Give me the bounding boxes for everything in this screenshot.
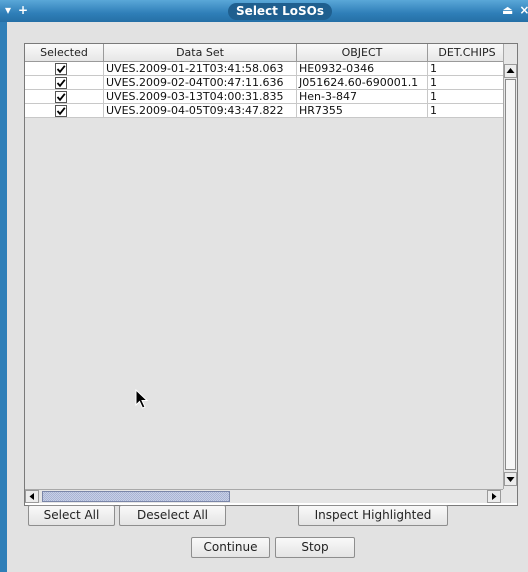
dataset-cell: UVES.2009-02-04T00:47:11.636 [104, 76, 297, 90]
dataset-cell: UVES.2009-03-13T04:00:31.835 [104, 90, 297, 104]
scroll-down-button[interactable] [504, 472, 517, 486]
eject-icon[interactable]: ⏏ [502, 3, 513, 17]
inspect-highlighted-button[interactable]: Inspect Highlighted [298, 505, 448, 526]
horizontal-scroll-thumb[interactable] [42, 491, 230, 502]
checkbox-checked-icon[interactable] [55, 91, 67, 103]
continue-button[interactable]: Continue [191, 537, 270, 558]
selected-cell[interactable] [25, 90, 104, 104]
object-cell: Hen-3-847 [297, 90, 428, 104]
table-row[interactable]: UVES.2009-04-05T09:43:47.822 HR7355 1 [25, 104, 503, 119]
triangle-down-icon [506, 477, 515, 482]
dataset-cell: UVES.2009-01-21T03:41:58.063 [104, 62, 297, 76]
table-header: Selected Data Set OBJECT DET.CHIPS [25, 44, 503, 62]
selected-cell[interactable] [25, 104, 104, 118]
det-chips-cell: 1 [428, 76, 503, 90]
table-row[interactable]: UVES.2009-03-13T04:00:31.835 Hen-3-847 1 [25, 90, 503, 105]
select-all-button[interactable]: Select All [28, 505, 115, 526]
plus-icon[interactable]: + [18, 3, 28, 17]
table-row[interactable]: UVES.2009-02-04T00:47:11.636 J051624.60-… [25, 76, 503, 91]
selected-cell[interactable] [25, 76, 104, 90]
column-header-det-chips[interactable]: DET.CHIPS [428, 44, 503, 62]
object-cell: HR7355 [297, 104, 428, 118]
mouse-pointer-icon [135, 389, 149, 409]
deselect-all-button[interactable]: Deselect All [119, 505, 226, 526]
table-row[interactable]: UVES.2009-01-21T03:41:58.063 HE0932-0346… [25, 62, 503, 77]
checkbox-checked-icon[interactable] [55, 77, 67, 89]
window-border [0, 22, 7, 572]
column-header-dataset[interactable]: Data Set [104, 44, 297, 62]
triangle-right-icon [492, 493, 497, 500]
title-bar: ▾ + Select LoSOs ⏏ × [0, 0, 528, 22]
scroll-corner [503, 489, 517, 503]
selected-cell[interactable] [25, 62, 104, 76]
det-chips-cell: 1 [428, 62, 503, 76]
checkbox-checked-icon[interactable] [55, 105, 67, 117]
checkbox-checked-icon[interactable] [55, 63, 67, 75]
det-chips-cell: 1 [428, 90, 503, 104]
chevron-down-icon[interactable]: ▾ [5, 3, 11, 17]
scroll-up-button[interactable] [504, 64, 517, 78]
scroll-right-button[interactable] [487, 490, 501, 503]
vertical-scrollbar[interactable] [503, 44, 517, 489]
dataset-cell: UVES.2009-04-05T09:43:47.822 [104, 104, 297, 118]
object-cell: HE0932-0346 [297, 62, 428, 76]
stop-button[interactable]: Stop [275, 537, 355, 558]
column-header-selected[interactable]: Selected [25, 44, 104, 62]
det-chips-cell: 1 [428, 104, 503, 118]
table-scroll-pane[interactable]: Selected Data Set OBJECT DET.CHIPS UVES.… [24, 43, 518, 506]
triangle-left-icon [29, 493, 34, 500]
title-bar-right-controls: ⏏ × [502, 3, 528, 17]
vertical-scroll-thumb[interactable] [505, 79, 516, 470]
table-viewport: Selected Data Set OBJECT DET.CHIPS UVES.… [25, 44, 503, 489]
object-cell: J051624.60-690001.1 [297, 76, 428, 90]
horizontal-scrollbar[interactable] [25, 489, 503, 503]
triangle-up-icon [506, 68, 515, 73]
scroll-left-button[interactable] [25, 490, 39, 503]
close-icon[interactable]: × [519, 3, 528, 17]
title-bar-left-controls: ▾ + [5, 3, 35, 17]
window-title: Select LoSOs [228, 3, 332, 20]
column-header-object[interactable]: OBJECT [297, 44, 428, 62]
